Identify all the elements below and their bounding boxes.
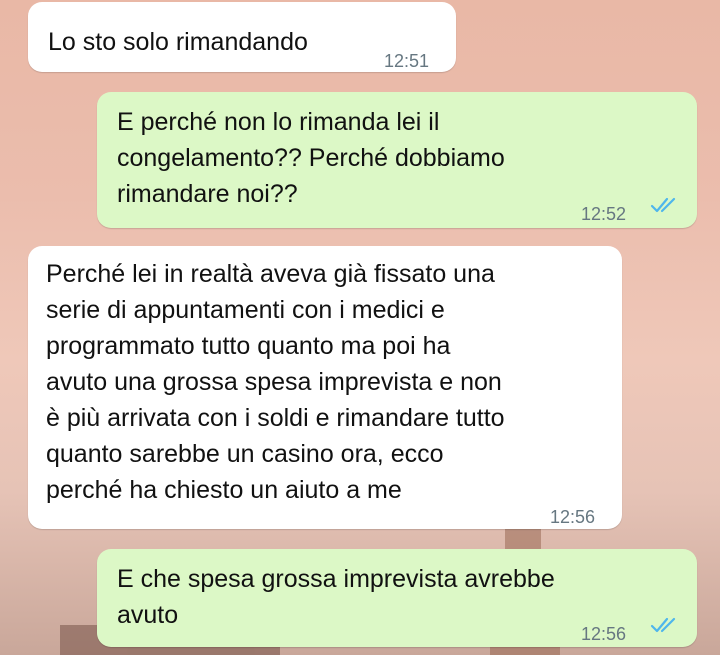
- message-bubble-outgoing[interactable]: E perché non lo rimanda lei il congelame…: [97, 92, 697, 228]
- message-bubble-incoming[interactable]: Lo sto solo rimandando 12:51: [28, 2, 456, 72]
- message-timestamp: 12:52: [581, 204, 627, 224]
- message-timestamp: 12:56: [550, 507, 596, 527]
- double-check-icon: [650, 197, 676, 213]
- message-text: E che spesa grossa imprevista avrebbe av…: [117, 565, 555, 629]
- message-text: Lo sto solo rimandando: [48, 28, 308, 56]
- message-text: Perché lei in realtà aveva già fissato u…: [46, 260, 505, 504]
- double-check-icon: [650, 617, 676, 633]
- message-timestamp: 12:56: [581, 624, 627, 644]
- message-bubble-incoming[interactable]: Perché lei in realtà aveva già fissato u…: [28, 246, 622, 529]
- message-timestamp: 12:51: [384, 51, 430, 71]
- message-text: E perché non lo rimanda lei il congelame…: [117, 108, 505, 208]
- message-bubble-outgoing[interactable]: E che spesa grossa imprevista avrebbe av…: [97, 549, 697, 647]
